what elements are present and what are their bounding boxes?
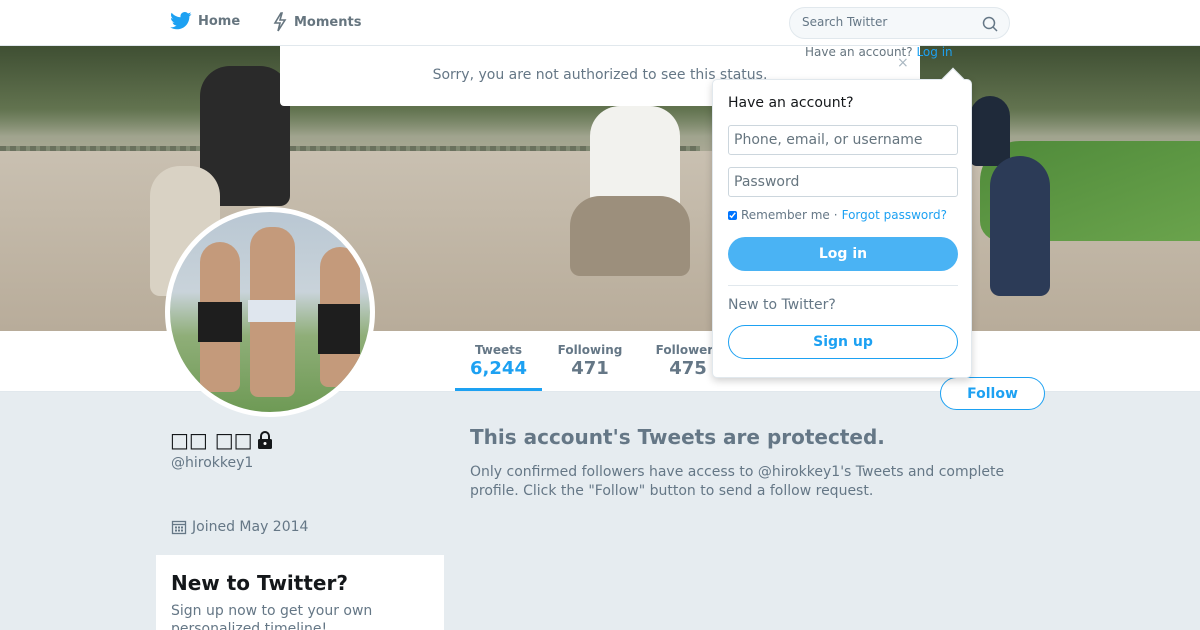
search-input[interactable] [802, 15, 972, 29]
protected-title: This account's Tweets are protected. [470, 425, 885, 449]
twitter-bird-icon [170, 12, 192, 30]
top-nav-bar: Home Moments [0, 0, 1200, 46]
username-field[interactable] [728, 125, 958, 155]
new-card-title: New to Twitter? [171, 571, 348, 595]
remember-me-label[interactable]: Remember me [741, 208, 830, 222]
remember-row: Remember me · Forgot password? [728, 208, 947, 222]
avatar[interactable] [165, 207, 375, 417]
remember-me-checkbox[interactable] [728, 210, 737, 220]
signup-button[interactable]: Sign up [728, 325, 958, 359]
dropdown-divider [728, 285, 958, 286]
forgot-password-link[interactable]: Forgot password? [842, 208, 947, 222]
protected-text: Only confirmed followers have access to … [470, 464, 1005, 499]
profile-name-text: □□ □□ [170, 428, 253, 452]
login-dropdown-heading: Have an account? [728, 95, 854, 111]
header-login-prompt: Have an account? Log in [805, 45, 953, 59]
nav-moments-label: Moments [294, 14, 362, 30]
new-card-text: Sign up now to get your own personalized… [171, 603, 373, 630]
stat-tweets[interactable]: Tweets 6,244 [455, 343, 542, 391]
moments-bolt-icon [273, 12, 287, 32]
stat-tweets-value: 6,244 [470, 358, 527, 379]
login-dropdown: Have an account? Remember me · Forgot pa… [712, 67, 972, 378]
search-box [789, 7, 1010, 39]
stat-following-label: Following [557, 343, 623, 357]
search-icon[interactable] [982, 16, 998, 32]
nav-home-label: Home [198, 13, 241, 29]
new-to-twitter-card: New to Twitter? Sign up now to get your … [156, 555, 444, 630]
login-button[interactable]: Log in [728, 237, 958, 271]
follow-button[interactable]: Follow [940, 377, 1045, 410]
profile-handle[interactable]: @hirokkey1 [171, 455, 253, 471]
new-to-twitter-label: New to Twitter? [728, 297, 836, 313]
profile-joined-date: Joined May 2014 [171, 519, 308, 535]
profile-name: □□ □□ [170, 428, 273, 452]
stat-following[interactable]: Following 471 [552, 343, 628, 379]
lock-icon [257, 431, 272, 449]
separator-dot: · [833, 208, 838, 222]
nav-moments[interactable]: Moments [272, 12, 361, 32]
joined-text: Joined May 2014 [192, 519, 309, 535]
close-icon[interactable]: × [897, 55, 909, 71]
calendar-icon [171, 520, 187, 535]
nav-home[interactable]: Home [170, 12, 240, 30]
password-field[interactable] [728, 167, 958, 197]
header-login-link[interactable]: Log in [916, 45, 952, 59]
stat-following-value: 471 [571, 358, 609, 379]
stat-tweets-label: Tweets [474, 343, 523, 357]
